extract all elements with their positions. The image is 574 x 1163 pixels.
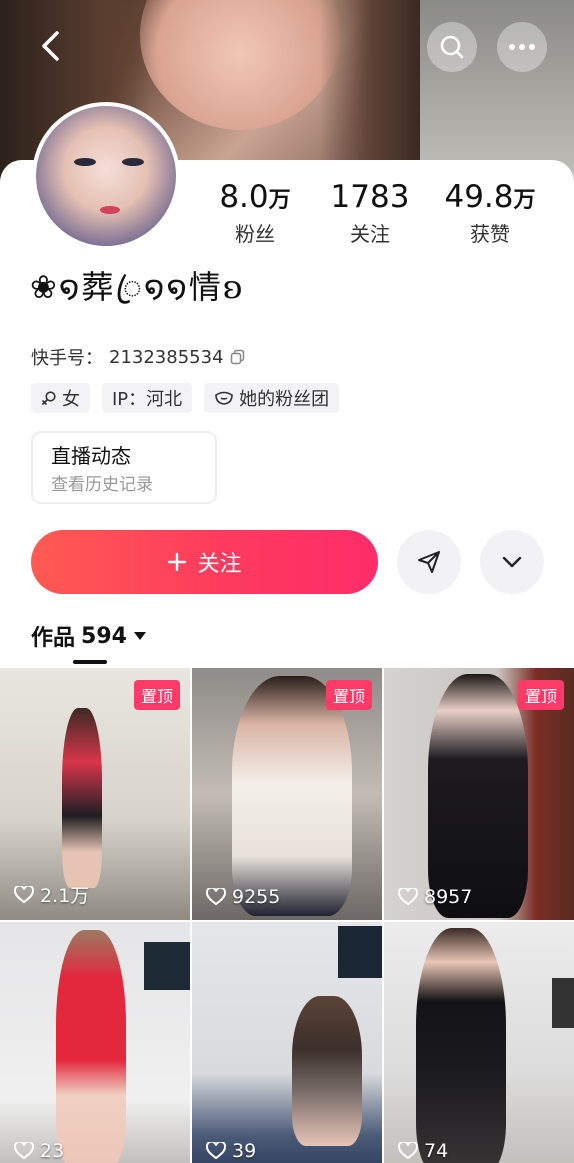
- works-label: 作品: [31, 626, 76, 651]
- tab-indicator: [73, 660, 107, 664]
- pinned-badge: 置顶: [133, 680, 180, 710]
- copy-icon[interactable]: [230, 349, 246, 365]
- pinned-badge: 置顶: [325, 680, 372, 710]
- heart-icon: [206, 888, 226, 906]
- tag-gender: 女: [31, 383, 90, 413]
- nickname: ❀໑葬ꦿ໑໑情ʚ: [30, 268, 245, 306]
- follow-label: 关注: [197, 552, 242, 577]
- heart-icon: [14, 885, 34, 903]
- search-icon: [440, 35, 464, 59]
- likes-count: 8957: [398, 886, 472, 908]
- more-button[interactable]: [497, 22, 547, 72]
- profile-stats: 8.0万 粉丝 1783 关注 49.8万 获赞: [200, 178, 560, 248]
- likes-count: 2.1万: [14, 881, 89, 908]
- works-count: 594: [81, 623, 127, 649]
- stat-following[interactable]: 1783 关注: [315, 178, 425, 248]
- tag-fan-club[interactable]: 她的粉丝团: [204, 383, 340, 413]
- profile-tags: 女 IP：河北 她的粉丝团: [31, 383, 340, 413]
- likes-count: 39: [206, 1140, 256, 1162]
- live-history-title: 直播动态: [51, 444, 131, 468]
- tab-works[interactable]: 作品 594: [31, 620, 147, 652]
- user-id-value: 2132385534: [109, 346, 224, 368]
- pinned-badge: 置顶: [517, 680, 564, 710]
- user-id-label: 快手号：: [31, 348, 103, 369]
- caret-down-icon: [133, 632, 146, 640]
- stat-followers[interactable]: 8.0万 粉丝: [200, 178, 310, 248]
- video-tile[interactable]: 置顶 8957: [384, 668, 574, 920]
- stat-label: 获赞: [470, 222, 510, 246]
- tag-ip-location: IP：河北: [102, 383, 193, 413]
- send-icon: [418, 551, 440, 573]
- female-icon: [42, 391, 56, 405]
- likes-count: 74: [398, 1140, 448, 1162]
- likes-count: 23: [14, 1140, 64, 1162]
- stat-label: 粉丝: [235, 222, 275, 246]
- more-dots-icon: [509, 44, 535, 50]
- likes-count: 9255: [206, 886, 280, 908]
- chevron-left-icon: [42, 31, 59, 61]
- fan-club-icon: [215, 391, 233, 405]
- avatar[interactable]: [32, 102, 180, 250]
- heart-icon: [398, 1142, 418, 1160]
- stat-label: 关注: [350, 222, 390, 246]
- heart-icon: [398, 888, 418, 906]
- back-button[interactable]: [30, 26, 70, 66]
- video-tile[interactable]: 23: [0, 922, 190, 1163]
- video-tile[interactable]: 74: [384, 922, 574, 1163]
- video-tile[interactable]: 置顶 2.1万: [0, 668, 190, 920]
- video-grid: 置顶 2.1万 置顶 9255 置顶 8957 23 39 74: [0, 668, 574, 1163]
- video-tile[interactable]: 39: [192, 922, 382, 1163]
- heart-icon: [14, 1142, 34, 1160]
- send-message-button[interactable]: [397, 530, 461, 594]
- live-history-subtitle: 查看历史记录: [51, 475, 153, 495]
- video-tile[interactable]: 置顶 9255: [192, 668, 382, 920]
- expand-button[interactable]: [480, 530, 544, 594]
- stat-likes[interactable]: 49.8万 获赞: [435, 178, 545, 248]
- plus-icon: [168, 552, 187, 572]
- chevron-down-icon: [502, 556, 522, 568]
- user-id[interactable]: 快手号： 2132385534: [31, 344, 246, 370]
- heart-icon: [206, 1142, 226, 1160]
- search-button[interactable]: [427, 22, 477, 72]
- live-history-card[interactable]: 直播动态 查看历史记录: [31, 431, 217, 504]
- follow-button[interactable]: 关注: [31, 530, 378, 594]
